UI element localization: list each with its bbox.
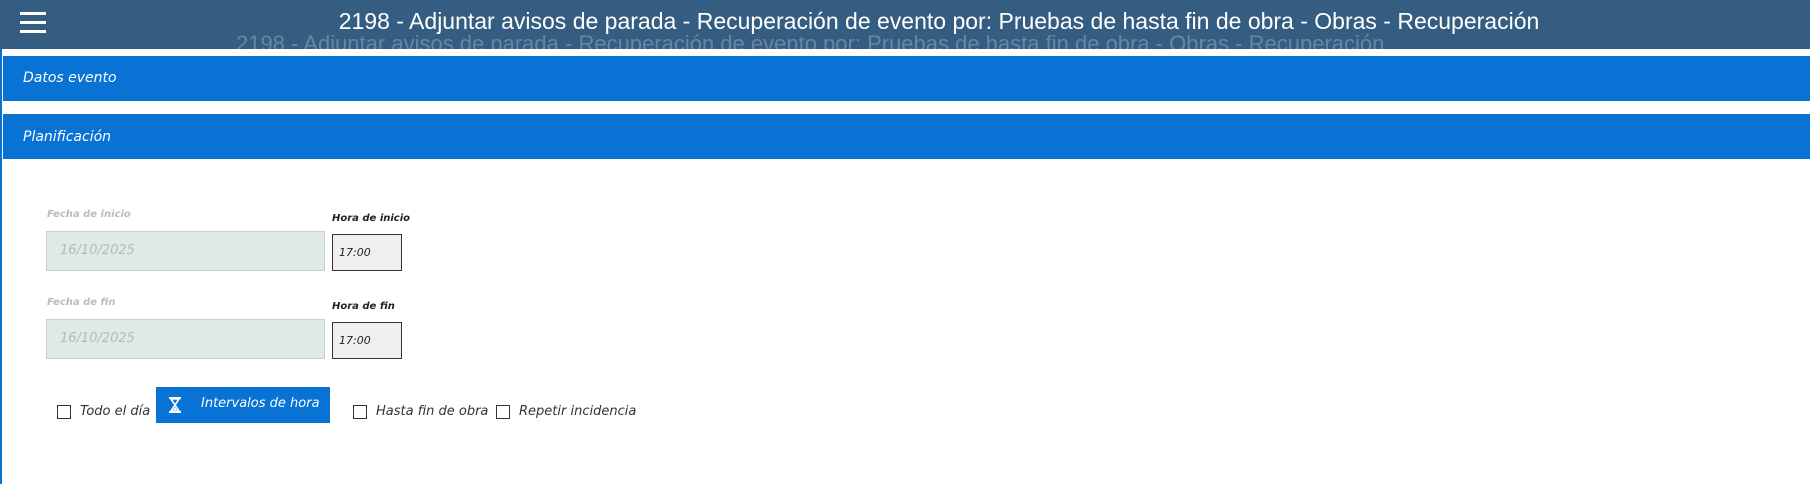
fecha-inicio-field[interactable]: 16/10/2025 bbox=[46, 231, 325, 271]
app-header: 2198 - Adjuntar avisos de parada - Recup… bbox=[0, 0, 1810, 49]
todo-el-dia-checkbox[interactable] bbox=[57, 405, 71, 419]
hasta-fin-de-obra-label[interactable]: Hasta fin de obra bbox=[376, 404, 488, 419]
repetir-incidencia-checkbox[interactable] bbox=[496, 405, 510, 419]
hasta-fin-de-obra-checkbox[interactable] bbox=[353, 405, 367, 419]
hora-fin-label: Hora de fin bbox=[332, 301, 395, 312]
fecha-inicio-label: Fecha de inicio bbox=[47, 209, 131, 220]
fecha-fin-label: Fecha de fin bbox=[47, 297, 116, 308]
hora-inicio-label: Hora de inicio bbox=[332, 213, 411, 224]
section-header-planificacion[interactable]: Planificación bbox=[3, 114, 1810, 159]
hora-inicio-field[interactable]: 17:00 bbox=[332, 234, 402, 271]
section-title-planificacion: Planificación bbox=[23, 129, 112, 145]
repetir-incidencia-label[interactable]: Repetir incidencia bbox=[519, 404, 636, 419]
section-header-datos-evento[interactable]: Datos evento bbox=[3, 56, 1810, 101]
page-title: 2198 - Adjuntar avisos de parada - Recup… bbox=[338, 8, 1540, 34]
section-title-datos-evento: Datos evento bbox=[23, 70, 117, 86]
hora-fin-field[interactable]: 17:00 bbox=[332, 322, 402, 359]
fecha-fin-field[interactable]: 16/10/2025 bbox=[46, 319, 325, 359]
intervalos-de-hora-label: Intervalos de hora bbox=[201, 396, 320, 411]
todo-el-dia-label[interactable]: Todo el día bbox=[80, 404, 150, 419]
hourglass-icon bbox=[169, 397, 181, 413]
intervalos-de-hora-button[interactable]: Intervalos de hora bbox=[156, 387, 330, 423]
